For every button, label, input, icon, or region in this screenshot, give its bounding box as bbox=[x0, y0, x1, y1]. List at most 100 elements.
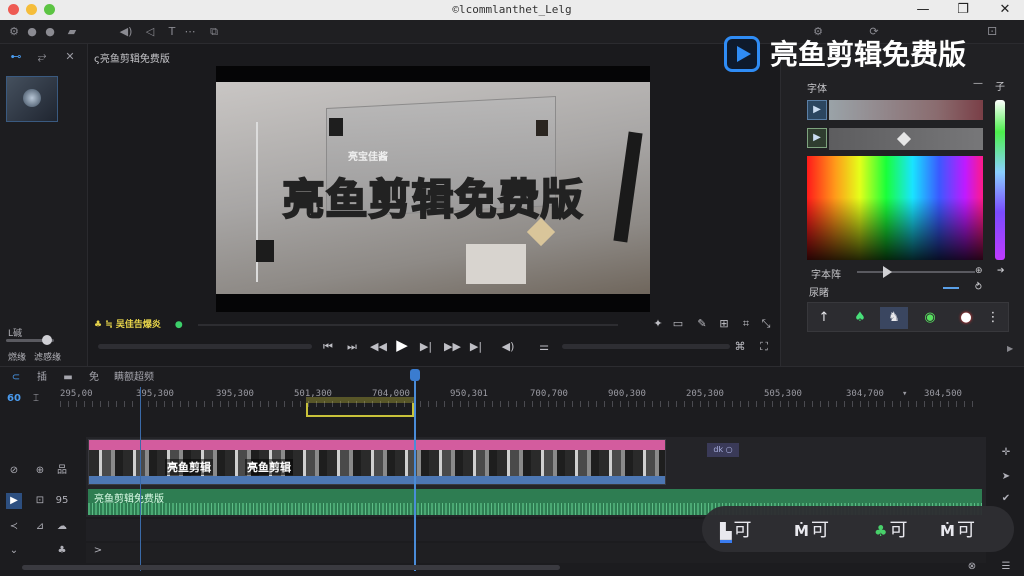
color-dot-icon-2[interactable]: ● bbox=[42, 24, 58, 40]
color-spectrum[interactable] bbox=[807, 156, 983, 260]
prev-button[interactable]: ⏭ bbox=[344, 339, 360, 355]
timeline-tool-free[interactable]: 免 bbox=[86, 371, 102, 385]
tab-audio[interactable]: ⥂ bbox=[32, 50, 52, 64]
audio-icon[interactable]: ◀) bbox=[118, 24, 134, 40]
timeline-tool-insert[interactable]: 插 bbox=[34, 371, 50, 385]
tick-label: 900,300 bbox=[608, 389, 646, 399]
track-play-icon[interactable]: ▶ bbox=[6, 493, 22, 509]
track-collapse-icon[interactable]: ⌄ bbox=[6, 543, 22, 559]
track-grid-icon[interactable]: 品 bbox=[54, 463, 70, 479]
play-button[interactable]: ▶ bbox=[394, 337, 410, 353]
timeline-menu-icon[interactable]: ☰ bbox=[998, 559, 1014, 575]
font-dash[interactable]: — bbox=[973, 78, 983, 89]
progress-scrub[interactable] bbox=[562, 344, 730, 349]
quick-action-1[interactable]: ▙ 可 bbox=[720, 516, 752, 543]
size-slider[interactable] bbox=[857, 271, 975, 273]
shape-spade[interactable]: ♠ bbox=[846, 307, 874, 329]
preview-title: ς亮鱼剪辑免费版 bbox=[94, 54, 170, 65]
selection-range[interactable] bbox=[306, 403, 414, 417]
color-swatch-button-1[interactable]: ▶ bbox=[807, 100, 827, 120]
volume-scrub[interactable] bbox=[98, 344, 312, 349]
settings-icon[interactable]: ⚙ bbox=[6, 24, 22, 40]
video-preview[interactable]: 亮宝佳酱 亮鱼剪辑免费版 bbox=[216, 66, 650, 312]
panel-expand-icon[interactable]: ▶ bbox=[1007, 344, 1013, 353]
export-icon[interactable]: ⧉ bbox=[206, 24, 222, 40]
media-thumbnail[interactable] bbox=[6, 76, 58, 122]
camera-icon[interactable]: ▰ bbox=[64, 24, 80, 40]
volume-button[interactable]: ◀) bbox=[500, 339, 516, 355]
screen-icon[interactable]: ▭ bbox=[670, 316, 686, 332]
more-icon[interactable]: ⋯ bbox=[182, 24, 198, 40]
track-clip-icon[interactable]: ⊡ bbox=[32, 493, 48, 509]
last-frame-button[interactable]: ▶| bbox=[468, 339, 484, 355]
playhead[interactable] bbox=[414, 371, 416, 571]
color-gradient-bar[interactable] bbox=[829, 100, 983, 120]
grid-icon[interactable]: ⊞ bbox=[716, 316, 732, 332]
video-clip[interactable]: 亮鱼剪辑 亮鱼剪辑 bbox=[88, 439, 666, 485]
track-fx-icon[interactable]: ≺ bbox=[6, 519, 22, 535]
timeline-scrollbar[interactable] bbox=[22, 565, 560, 570]
size-slider-knob[interactable] bbox=[883, 266, 892, 278]
fast-forward-button[interactable]: ▶▶ bbox=[444, 339, 461, 355]
rewind-button[interactable]: ◀◀ bbox=[370, 339, 387, 355]
clip-label: 亮鱼剪辑 bbox=[245, 459, 293, 475]
text-icon[interactable]: T bbox=[164, 24, 180, 40]
minimize-button[interactable]: — bbox=[910, 1, 936, 19]
color-swatch-button-2[interactable]: ▶ bbox=[807, 128, 827, 148]
quick-action-2[interactable]: Ṁ可 bbox=[794, 516, 829, 542]
tick-label: 304,500 bbox=[924, 389, 962, 399]
shape-ring[interactable]: ◉ bbox=[916, 307, 944, 329]
shape-knight[interactable]: ♞ bbox=[880, 307, 908, 329]
next-button[interactable]: ▶| bbox=[418, 339, 434, 355]
edit-icon[interactable]: ✎ bbox=[694, 316, 710, 332]
brand-triangle bbox=[737, 46, 751, 62]
track-visibility-icon[interactable]: ⊘ bbox=[6, 463, 22, 479]
mute-icon[interactable]: ◁ bbox=[142, 24, 158, 40]
playhead-handle[interactable] bbox=[410, 369, 420, 381]
color-dot-icon[interactable]: ● bbox=[24, 24, 40, 40]
track-effect-icon[interactable]: ♣ bbox=[54, 543, 70, 559]
quick-action-4[interactable]: Ṁ可 bbox=[940, 516, 975, 542]
shape-arrow-up[interactable]: ↑ bbox=[810, 307, 838, 329]
settings-button[interactable]: ⚌ bbox=[536, 339, 552, 355]
timeline-check-icon[interactable]: ✔ bbox=[998, 491, 1014, 507]
shape-more[interactable]: ⋮ bbox=[982, 307, 1004, 329]
quick-action-3[interactable]: ♣ 可 bbox=[874, 516, 907, 542]
tab-media[interactable]: ⊷ bbox=[6, 50, 26, 64]
font-icon[interactable]: 子 bbox=[995, 78, 1005, 93]
close-button[interactable]: ✕ bbox=[992, 1, 1018, 19]
fullscreen-icon[interactable]: ⤡ bbox=[758, 316, 774, 332]
crop-icon[interactable]: ⌗ bbox=[738, 316, 754, 332]
size-reset-icon[interactable]: ⊕ bbox=[975, 266, 983, 276]
timeline-tool-select[interactable]: ⊂ bbox=[8, 371, 24, 385]
tick-label: 505,300 bbox=[764, 389, 802, 399]
timeline-share-icon[interactable]: ➤ bbox=[998, 469, 1014, 485]
timeline-add-icon[interactable]: ✛ bbox=[998, 445, 1014, 461]
left-panel-label-3: 滤感缘 bbox=[34, 353, 62, 363]
snapshot-icon[interactable]: ⌘ bbox=[732, 339, 748, 355]
timeline-tool-label[interactable]: 瞒额超频 bbox=[108, 371, 160, 385]
maximize-button[interactable]: ❐ bbox=[950, 1, 976, 19]
ruler-marker-icon[interactable]: ⌶ bbox=[28, 392, 44, 406]
timeline-zoom-icon[interactable]: ⊗ bbox=[964, 559, 980, 575]
track-volume-value[interactable]: 95 bbox=[54, 493, 70, 509]
small-clip[interactable]: dk ○ bbox=[707, 443, 739, 457]
first-frame-button[interactable]: ⏮ bbox=[320, 339, 336, 355]
style-link-icon[interactable]: ⥁ bbox=[975, 282, 982, 293]
expand-icon[interactable]: ⛶ bbox=[756, 339, 772, 355]
help-icon[interactable]: ⚀ bbox=[984, 24, 1000, 40]
slider-knob[interactable] bbox=[42, 335, 52, 345]
track-lock-icon[interactable]: ⊕ bbox=[32, 463, 48, 479]
zoom-level[interactable]: 60 bbox=[6, 392, 22, 406]
shape-circle[interactable]: ● bbox=[952, 307, 980, 329]
track-fx-edit-icon[interactable]: ⊿ bbox=[32, 519, 48, 535]
track-expand-icon[interactable]: > bbox=[90, 543, 106, 559]
style-line[interactable] bbox=[943, 287, 959, 289]
tab-close[interactable]: ✕ bbox=[60, 50, 80, 64]
hue-slider[interactable] bbox=[995, 100, 1005, 260]
size-arrow-icon[interactable]: ➔ bbox=[997, 266, 1005, 276]
timeline-tool-bar[interactable]: ▬ bbox=[60, 371, 76, 385]
preview-scene: 亮宝佳酱 亮鱼剪辑免费版 bbox=[216, 82, 650, 294]
pin-icon[interactable]: ✦ bbox=[650, 316, 666, 332]
track-cloud-icon[interactable]: ☁ bbox=[54, 519, 70, 535]
